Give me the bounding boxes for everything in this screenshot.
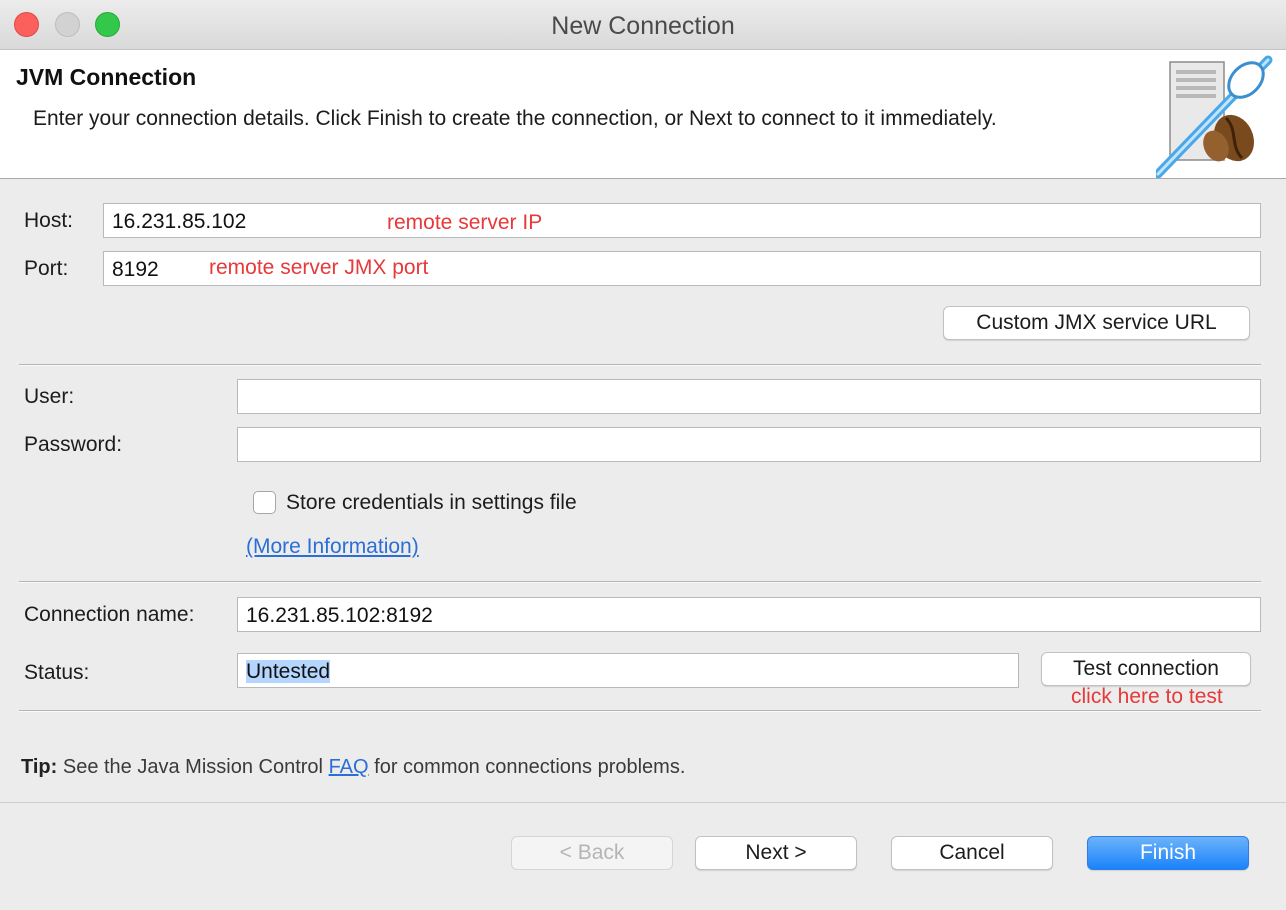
- faq-link[interactable]: FAQ: [329, 756, 369, 778]
- cancel-button[interactable]: Cancel: [891, 836, 1053, 870]
- server-connection-icon: [1156, 55, 1273, 178]
- port-annotation: remote server JMX port: [209, 256, 429, 279]
- new-connection-dialog: New Connection JVM Connection Enter your…: [0, 0, 1286, 910]
- separator: [19, 710, 1261, 712]
- more-information-link[interactable]: (More Information): [246, 535, 419, 559]
- test-annotation: click here to test: [1071, 685, 1223, 708]
- password-input[interactable]: [237, 427, 1261, 462]
- status-label: Status:: [24, 661, 90, 684]
- connection-name-input[interactable]: 16.231.85.102:8192: [237, 597, 1261, 632]
- page-description: Enter your connection details. Click Fin…: [33, 107, 997, 130]
- port-label: Port:: [24, 257, 69, 280]
- separator: [19, 364, 1261, 366]
- host-input[interactable]: 16.231.85.102: [103, 203, 1261, 238]
- tip-text: Tip: See the Java Mission Control FAQ fo…: [21, 756, 685, 779]
- user-label: User:: [24, 385, 75, 408]
- host-label: Host:: [24, 209, 74, 232]
- store-credentials-label[interactable]: Store credentials in settings file: [286, 491, 577, 515]
- next-button[interactable]: Next >: [695, 836, 857, 870]
- page-title: JVM Connection: [16, 64, 197, 90]
- window-title: New Connection: [551, 12, 735, 40]
- tip-after: for common connections problems.: [374, 756, 686, 778]
- connection-name-label: Connection name:: [24, 603, 195, 626]
- test-connection-button[interactable]: Test connection: [1041, 652, 1251, 686]
- status-field[interactable]: Untested: [237, 653, 1019, 688]
- connection-name-value: 16.231.85.102:8192: [246, 604, 433, 627]
- status-value: Untested: [246, 660, 331, 683]
- footer-divider: [0, 802, 1286, 803]
- host-annotation: remote server IP: [387, 211, 543, 234]
- back-button[interactable]: < Back: [511, 836, 673, 870]
- header-banner: JVM Connection Enter your connection det…: [0, 50, 1286, 179]
- store-credentials-checkbox[interactable]: [253, 491, 276, 514]
- host-value: 16.231.85.102: [112, 210, 247, 233]
- separator: [19, 581, 1261, 583]
- tip-before: See the Java Mission Control: [62, 756, 323, 778]
- password-label: Password:: [24, 433, 123, 456]
- finish-button[interactable]: Finish: [1087, 836, 1249, 870]
- custom-jmx-url-button[interactable]: Custom JMX service URL: [943, 306, 1250, 340]
- title-bar: New Connection: [0, 0, 1286, 50]
- user-input[interactable]: [237, 379, 1261, 414]
- port-value: 8192: [112, 258, 159, 281]
- tip-label: Tip:: [21, 756, 58, 778]
